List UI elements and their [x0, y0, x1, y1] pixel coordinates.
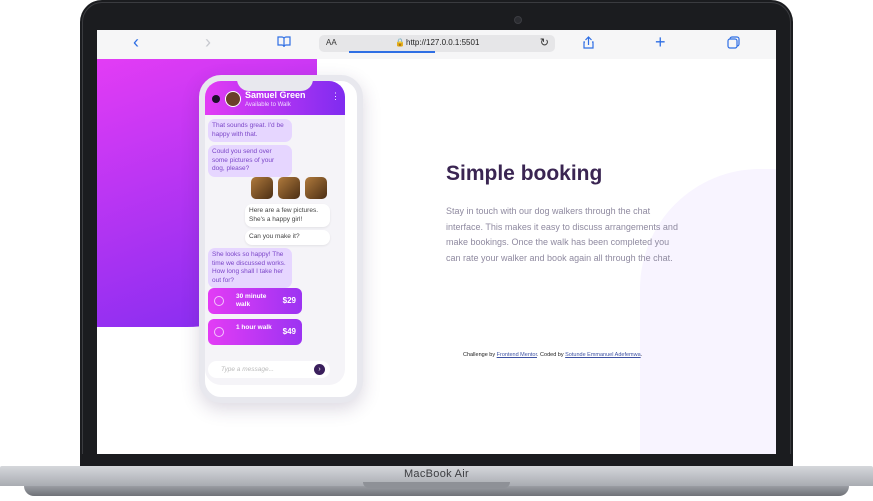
lock-icon: 🔒	[395, 38, 405, 47]
reader-toggle[interactable]: AA	[326, 38, 337, 47]
attribution: Challenge by Frontend Mentor. Coded by S…	[463, 352, 642, 358]
forward-icon[interactable]: ›	[205, 32, 211, 53]
loading-progress	[349, 51, 435, 53]
page-title: Simple booking	[446, 162, 603, 185]
contact-name: Samuel Green	[245, 90, 306, 100]
laptop-notch	[363, 482, 510, 488]
bookmarks-icon[interactable]	[277, 36, 291, 51]
screen: ‹ › AA 🔒 http://127.0.0.1:5501 ↻ + Samue…	[97, 30, 776, 454]
share-icon[interactable]	[583, 36, 594, 52]
attribution-middle: . Coded by	[537, 352, 564, 358]
offer-label: 1 hour walk	[236, 324, 272, 331]
avatar	[225, 91, 241, 107]
message-outgoing: Here are a few pictures. She's a happy g…	[245, 204, 330, 227]
message-outgoing: Can you make it?	[245, 230, 330, 245]
chat-thread: That sounds great. I'd be happy with tha…	[205, 115, 345, 385]
attribution-suffix: .	[640, 352, 643, 358]
web-page: Samuel Green Available to Walk ⋮ That so…	[97, 59, 776, 454]
message-input[interactable]: Type a message... ›	[208, 361, 330, 378]
offer-label: 30 minute walk	[236, 293, 267, 308]
message-incoming: She looks so happy! The time we discusse…	[208, 248, 292, 288]
radio-icon	[214, 296, 224, 306]
browser-toolbar: ‹ › AA 🔒 http://127.0.0.1:5501 ↻ +	[97, 30, 776, 60]
address-bar[interactable]: AA 🔒 http://127.0.0.1:5501 ↻	[319, 35, 555, 53]
phone-mockup: Samuel Green Available to Walk ⋮ That so…	[199, 75, 363, 403]
offer-1-hour-walk[interactable]: 1 hour walk $49	[208, 319, 302, 345]
offer-30-minute-walk[interactable]: 30 minute walk $29	[208, 288, 302, 314]
contact-status: Available to Walk	[245, 102, 291, 108]
message-incoming: That sounds great. I'd be happy with tha…	[208, 119, 292, 142]
phone-notch	[237, 75, 313, 91]
radio-icon	[214, 327, 224, 337]
send-icon[interactable]: ›	[314, 364, 325, 375]
url-text[interactable]: http://127.0.0.1:5501	[406, 38, 479, 47]
new-tab-icon[interactable]: +	[655, 32, 666, 53]
offer-price: $29	[282, 296, 296, 305]
page-description: Stay in touch with our dog walkers throu…	[446, 206, 678, 263]
more-options-icon[interactable]: ⋮	[331, 91, 340, 102]
dog-photo[interactable]	[305, 177, 327, 199]
attribution-prefix: Challenge by	[463, 352, 496, 358]
author-link[interactable]: Sotunde Emmanuel Adefemwa	[565, 352, 641, 358]
message-placeholder: Type a message...	[221, 366, 274, 373]
dog-photo[interactable]	[251, 177, 273, 199]
tabs-icon[interactable]	[727, 36, 740, 52]
offer-price: $49	[282, 327, 296, 336]
device-brand: MacBook Air	[403, 468, 470, 480]
message-incoming: Could you send over some pictures of you…	[208, 145, 292, 177]
camera	[514, 16, 522, 24]
back-icon[interactable]	[212, 95, 220, 103]
reload-icon[interactable]: ↻	[540, 36, 549, 49]
frontend-mentor-link[interactable]: Frontend Mentor	[497, 352, 537, 358]
dog-photo[interactable]	[278, 177, 300, 199]
back-icon[interactable]: ‹	[133, 32, 139, 53]
